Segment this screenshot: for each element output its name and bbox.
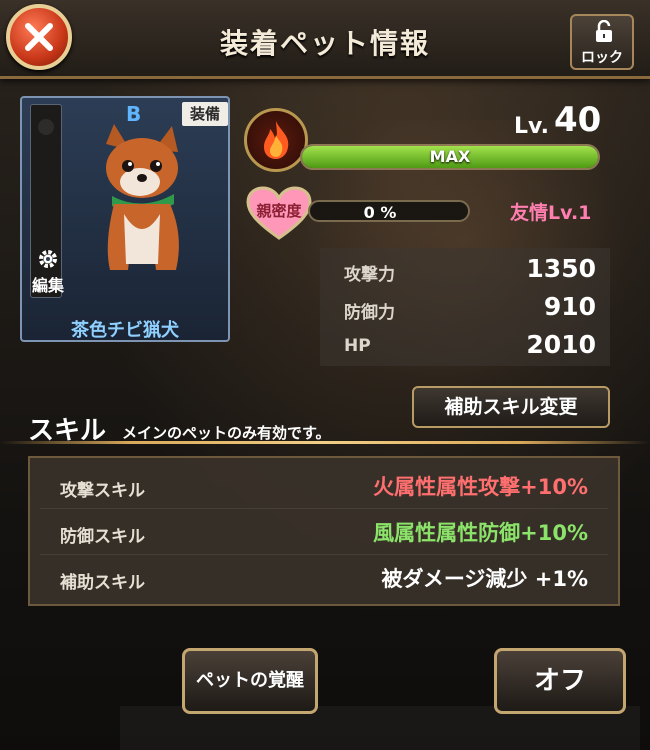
rank-badge: B (126, 102, 142, 126)
intimacy-value: 0 % (363, 203, 397, 222)
level-value: 40 (554, 100, 602, 140)
skill-label: 防御スキル (60, 527, 145, 547)
strip-slot (38, 119, 54, 135)
fire-icon (264, 121, 289, 159)
intimacy-bar: 0 % (308, 200, 470, 222)
skill-value: 風属性属性防御+10% (373, 521, 588, 545)
pet-name: 茶色チビ猟犬 (71, 320, 179, 341)
section-divider (0, 441, 650, 444)
exp-bar: MAX (300, 144, 600, 170)
pet-card[interactable]: B 装備 編集 茶色チビ猟犬 (20, 96, 230, 342)
stat-label: HP (344, 336, 371, 356)
friendship-level: 友情Lv.1 (510, 202, 592, 224)
intimacy-label: 親密度 (256, 202, 302, 220)
stat-value: 910 (543, 292, 596, 321)
skill-value: 被ダメージ減少 +1% (381, 567, 588, 591)
equipped-badge: 装備 (182, 102, 228, 126)
stat-row-attack: 攻撃力 1350 (320, 250, 610, 288)
skill-row-support: 補助スキル 被ダメージ減少 +1% (30, 554, 618, 600)
page-title: 装着ペット情報 (219, 27, 430, 60)
skill-row-defense: 防御スキル 風属性属性防御+10% (30, 508, 618, 554)
skill-label: 攻撃スキル (60, 481, 145, 501)
stat-label: 攻撃力 (344, 265, 395, 285)
edit-button[interactable]: 編集 (28, 248, 68, 295)
pet-portrait (106, 124, 179, 270)
stats-panel: 攻撃力 1350 防御力 910 HP 2010 (320, 248, 610, 366)
lock-button[interactable]: ロック (570, 14, 634, 70)
stat-label: 防御力 (344, 303, 395, 323)
skill-panel: 攻撃スキル 火属性属性攻撃+10% 防御スキル 風属性属性防御+10% 補助スキ… (28, 456, 620, 606)
header-bar: 装着ペット情報 ロック (0, 0, 650, 79)
lock-label: ロック (581, 50, 623, 66)
skill-row-attack: 攻撃スキル 火属性属性攻撃+10% (30, 462, 618, 508)
stat-row-defense: 防御力 910 (320, 288, 610, 326)
gear-icon (39, 250, 57, 268)
stat-value: 2010 (526, 330, 596, 359)
stat-row-hp: HP 2010 (320, 326, 610, 364)
change-support-skill-button[interactable]: 補助スキル変更 (412, 386, 610, 428)
stat-value: 1350 (526, 254, 596, 283)
skill-section-note: メインのペットのみ有効です。 (122, 424, 331, 442)
edit-label: 編集 (31, 276, 64, 295)
pet-awaken-button[interactable]: ペットの覚醒 (182, 648, 318, 714)
level-label: Lv. (514, 114, 549, 139)
off-button[interactable]: オフ (494, 648, 626, 714)
element-badge (244, 108, 308, 172)
lock-icon (596, 20, 612, 42)
skill-label: 補助スキル (60, 573, 145, 593)
skill-value: 火属性属性攻撃+10% (373, 475, 588, 499)
exp-text: MAX (429, 147, 471, 166)
